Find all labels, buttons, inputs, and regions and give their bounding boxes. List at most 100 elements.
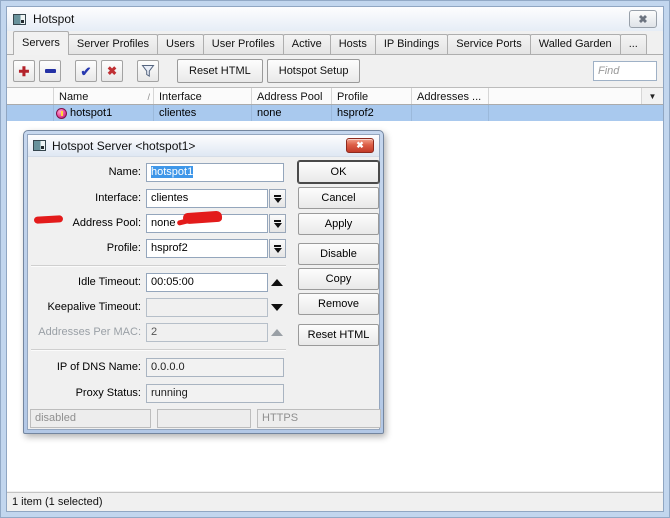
tab-walled-garden[interactable]: Walled Garden xyxy=(529,34,621,54)
addresses-per-mac-label: Addresses Per MAC: xyxy=(38,326,141,338)
combo-arrow-icon xyxy=(273,197,282,203)
minus-icon xyxy=(44,69,56,73)
toolbar: ✚ ✔ ✖ Reset HTML Hotspot Setup xyxy=(7,55,663,87)
column-header-interface[interactable]: Interface xyxy=(154,88,252,104)
keepalive-timeout-down-arrow[interactable] xyxy=(271,298,283,317)
column-header-address-pool[interactable]: Address Pool xyxy=(252,88,332,104)
remove-button-dialog[interactable]: Remove xyxy=(298,293,379,315)
tab-hosts[interactable]: Hosts xyxy=(329,34,376,54)
find-input[interactable] xyxy=(593,61,657,81)
tab-more[interactable]: ... xyxy=(619,34,647,54)
tab-service-ports[interactable]: Service Ports xyxy=(447,34,531,54)
hotspot-server-icon xyxy=(56,107,67,119)
interface-field[interactable]: clientes xyxy=(146,189,268,208)
column-header-addresses[interactable]: Addresses ... xyxy=(412,88,489,104)
table-row[interactable]: hotspot1 clientes none hsprof2 xyxy=(7,105,663,121)
hotspot-server-dialog: Hotspot Server <hotspot1> ✖ Name: hotspo… xyxy=(23,130,384,434)
copy-button[interactable]: Copy xyxy=(298,268,379,290)
addresses-per-mac-field[interactable]: 2 xyxy=(146,323,268,342)
dialog-window-icon xyxy=(33,140,46,151)
remove-button[interactable] xyxy=(39,60,61,82)
address-pool-dropdown-button[interactable] xyxy=(269,214,286,233)
combo-arrow-icon xyxy=(273,247,282,253)
combo-bar-icon xyxy=(274,194,281,197)
app-window-icon xyxy=(13,13,26,25)
apply-button[interactable]: Apply xyxy=(298,213,379,235)
row-profile-cell: hsprof2 xyxy=(332,105,412,121)
ip-of-dns-name-label: IP of DNS Name: xyxy=(56,361,141,373)
profile-field[interactable]: hsprof2 xyxy=(146,239,268,258)
combo-bar-icon xyxy=(274,219,281,222)
sort-icon: / xyxy=(147,91,150,102)
proxy-status-field: running xyxy=(146,384,284,403)
combo-bar-icon xyxy=(274,244,281,247)
tab-server-profiles[interactable]: Server Profiles xyxy=(67,34,159,54)
check-icon: ✔ xyxy=(80,63,92,79)
dialog-status-middle xyxy=(157,409,251,428)
profile-dropdown-button[interactable] xyxy=(269,239,286,258)
status-bar: 1 item (1 selected) xyxy=(7,492,663,511)
x-icon: ✖ xyxy=(106,64,118,78)
name-field[interactable]: hotspot1 xyxy=(146,163,284,182)
ip-of-dns-name-field: 0.0.0.0 xyxy=(146,358,284,377)
column-header-profile[interactable]: Profile xyxy=(332,88,412,104)
disable-button-dialog[interactable]: Disable xyxy=(298,243,379,265)
chevron-down-icon: ▼ xyxy=(648,91,657,101)
dialog-titlebar: Hotspot Server <hotspot1> ✖ xyxy=(28,135,379,157)
filter-button[interactable] xyxy=(137,60,159,82)
arrow-up-icon xyxy=(271,329,283,336)
interface-label: Interface: xyxy=(95,192,141,204)
column-header-name[interactable]: Name / xyxy=(54,88,154,104)
name-label: Name: xyxy=(108,166,141,178)
tab-users[interactable]: Users xyxy=(157,34,204,54)
keepalive-timeout-field[interactable] xyxy=(146,298,268,317)
selected-text: hotspot1 xyxy=(151,166,194,178)
tab-ip-bindings[interactable]: IP Bindings xyxy=(374,34,449,54)
separator xyxy=(31,265,286,267)
row-addresses-cell xyxy=(412,105,489,121)
separator xyxy=(31,349,286,351)
dialog-inner: Hotspot Server <hotspot1> ✖ Name: hotspo… xyxy=(27,134,381,430)
row-address-pool-cell: none xyxy=(252,105,332,121)
interface-dropdown-button[interactable] xyxy=(269,189,286,208)
row-interface-cell: clientes xyxy=(154,105,252,121)
addresses-per-mac-up-arrow xyxy=(271,323,283,342)
reset-html-button-dialog[interactable]: Reset HTML xyxy=(298,324,379,346)
profile-label: Profile: xyxy=(106,242,141,254)
reset-html-toolbar-button[interactable]: Reset HTML xyxy=(177,59,263,83)
enable-button[interactable]: ✔ xyxy=(75,60,97,82)
idle-timeout-up-arrow[interactable] xyxy=(271,273,283,292)
tab-strip: Servers Server Profiles Users User Profi… xyxy=(7,31,663,55)
row-flags-cell xyxy=(7,105,54,121)
dialog-title: Hotspot Server <hotspot1> xyxy=(52,138,196,153)
window-close-icon[interactable]: ✖ xyxy=(629,10,657,28)
keepalive-timeout-label: Keepalive Timeout: xyxy=(47,301,141,313)
column-header-filler xyxy=(489,88,642,104)
dialog-status-disabled: disabled xyxy=(30,409,151,428)
dialog-status-https: HTTPS xyxy=(257,409,381,428)
arrow-up-icon xyxy=(271,279,283,286)
row-name-cell: hotspot1 xyxy=(54,105,154,121)
window-titlebar: Hotspot ✖ xyxy=(7,7,663,31)
dialog-close-icon[interactable]: ✖ xyxy=(346,138,374,153)
idle-timeout-field[interactable]: 00:05:00 xyxy=(146,273,268,292)
tab-servers[interactable]: Servers xyxy=(13,31,69,55)
column-header-flags[interactable] xyxy=(7,88,54,104)
idle-timeout-label: Idle Timeout: xyxy=(78,276,141,288)
tab-active[interactable]: Active xyxy=(282,34,331,54)
tab-user-profiles[interactable]: User Profiles xyxy=(202,34,284,54)
proxy-status-label: Proxy Status: xyxy=(75,387,141,399)
table-header-row: Name / Interface Address Pool Profile Ad… xyxy=(7,88,663,105)
item-count-text: 1 item (1 selected) xyxy=(12,496,103,508)
funnel-icon xyxy=(141,65,155,77)
ok-button[interactable]: OK xyxy=(298,161,379,183)
cancel-button[interactable]: Cancel xyxy=(298,187,379,209)
plus-icon: ✚ xyxy=(18,63,30,79)
row-filler-cell xyxy=(489,105,663,121)
window-title: Hotspot xyxy=(33,12,75,26)
disable-button[interactable]: ✖ xyxy=(101,60,123,82)
hotspot-setup-button[interactable]: Hotspot Setup xyxy=(266,59,361,83)
combo-arrow-icon xyxy=(273,222,282,228)
add-button[interactable]: ✚ xyxy=(13,60,35,82)
column-chooser-button[interactable]: ▼ xyxy=(642,88,663,104)
